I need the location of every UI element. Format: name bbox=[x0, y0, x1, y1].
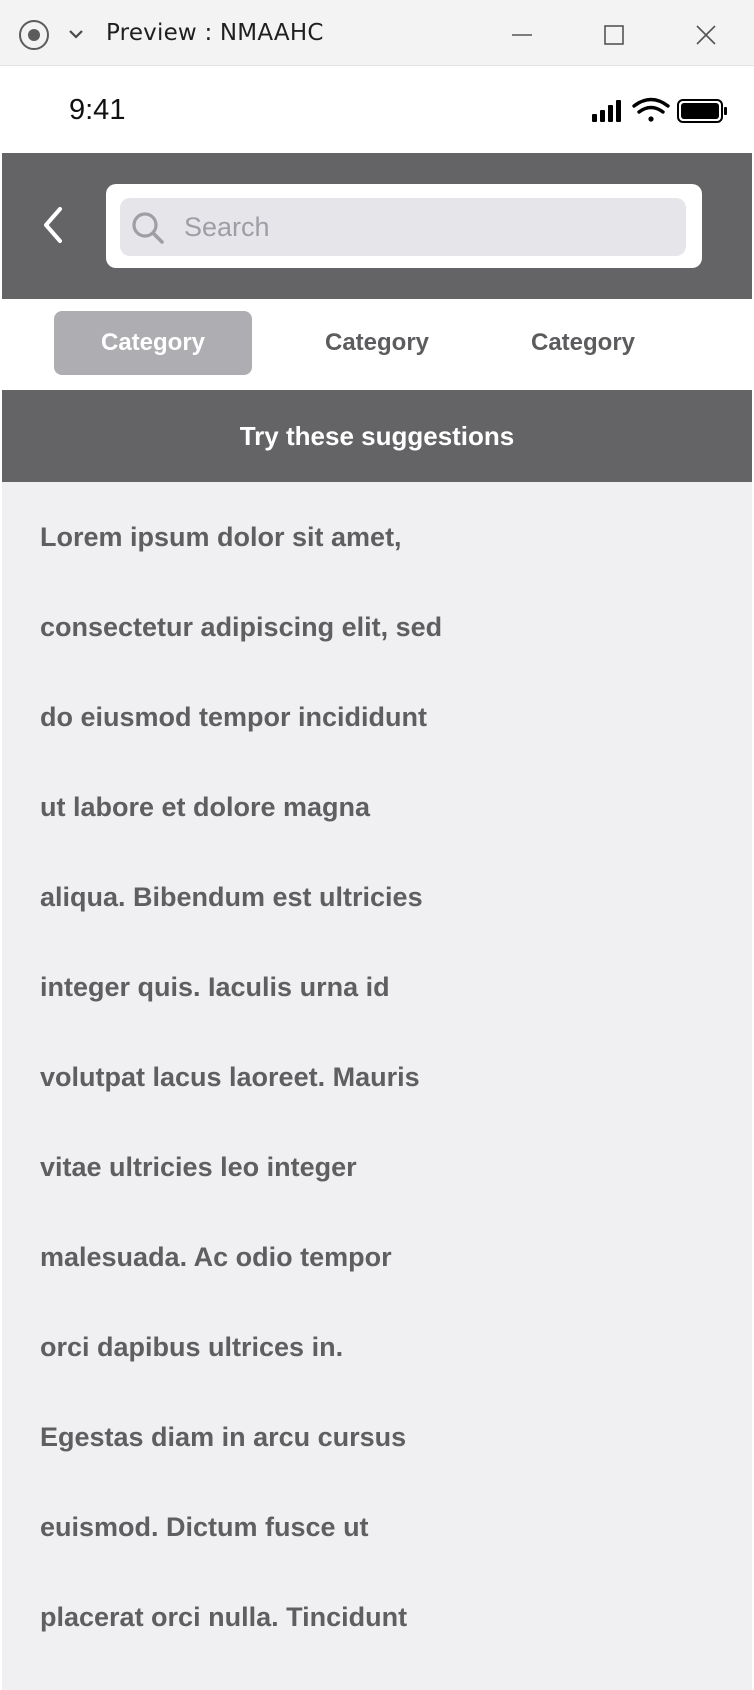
minimize-icon[interactable] bbox=[505, 18, 539, 52]
record-icon[interactable] bbox=[19, 20, 49, 50]
status-time: 9:41 bbox=[69, 94, 126, 126]
search-header bbox=[2, 153, 752, 299]
close-icon[interactable] bbox=[689, 18, 723, 52]
suggestion-item[interactable]: volutpat lacus laoreet. Mauris bbox=[40, 1062, 420, 1093]
suggestion-item[interactable]: Lorem ipsum dolor sit amet, bbox=[40, 522, 402, 553]
suggestion-item[interactable]: integer quis. Iaculis urna id bbox=[40, 972, 390, 1003]
suggestion-item[interactable]: vitae ultricies leo integer bbox=[40, 1152, 357, 1183]
maximize-icon[interactable] bbox=[597, 18, 631, 52]
back-arrow-icon[interactable] bbox=[38, 203, 68, 247]
suggestion-item[interactable]: placerat orci nulla. Tincidunt bbox=[40, 1602, 407, 1633]
suggestion-item[interactable]: ut labore et dolore magna bbox=[40, 792, 370, 823]
suggestion-item[interactable]: malesuada. Ac odio tempor bbox=[40, 1242, 392, 1273]
category-tabs: Category Category Category bbox=[2, 299, 752, 390]
suggestion-item[interactable]: euismod. Dictum fusce ut bbox=[40, 1512, 369, 1543]
search-input[interactable] bbox=[184, 198, 664, 256]
suggestion-item[interactable]: do eiusmod tempor incididunt bbox=[40, 702, 427, 733]
suggestion-item[interactable]: consectetur adipiscing elit, sed bbox=[40, 612, 442, 643]
suggestion-item[interactable]: orci dapibus ultrices in. bbox=[40, 1332, 343, 1363]
suggestions-header: Try these suggestions bbox=[2, 390, 752, 482]
chevron-down-icon[interactable] bbox=[66, 24, 86, 44]
status-icons bbox=[592, 97, 727, 123]
status-bar: 9:41 bbox=[2, 66, 752, 153]
tab-category-1[interactable]: Category bbox=[54, 311, 252, 375]
suggestion-item[interactable]: aliqua. Bibendum est ultricies bbox=[40, 882, 423, 913]
window-title: Preview : NMAAHC bbox=[106, 20, 324, 46]
search-icon bbox=[132, 212, 164, 244]
suggestion-item[interactable]: Egestas diam in arcu cursus bbox=[40, 1422, 406, 1453]
wifi-icon bbox=[632, 97, 670, 122]
search-box bbox=[106, 184, 702, 268]
tab-category-2[interactable]: Category bbox=[278, 311, 476, 375]
tab-category-3[interactable]: Category bbox=[484, 311, 682, 375]
window-titlebar: Preview : NMAAHC bbox=[0, 0, 754, 66]
signal-icon bbox=[592, 100, 621, 122]
battery-icon bbox=[677, 99, 727, 123]
phone-screen: 9:41 Search Category Category Category T… bbox=[2, 66, 752, 1690]
search-field[interactable] bbox=[120, 198, 686, 256]
